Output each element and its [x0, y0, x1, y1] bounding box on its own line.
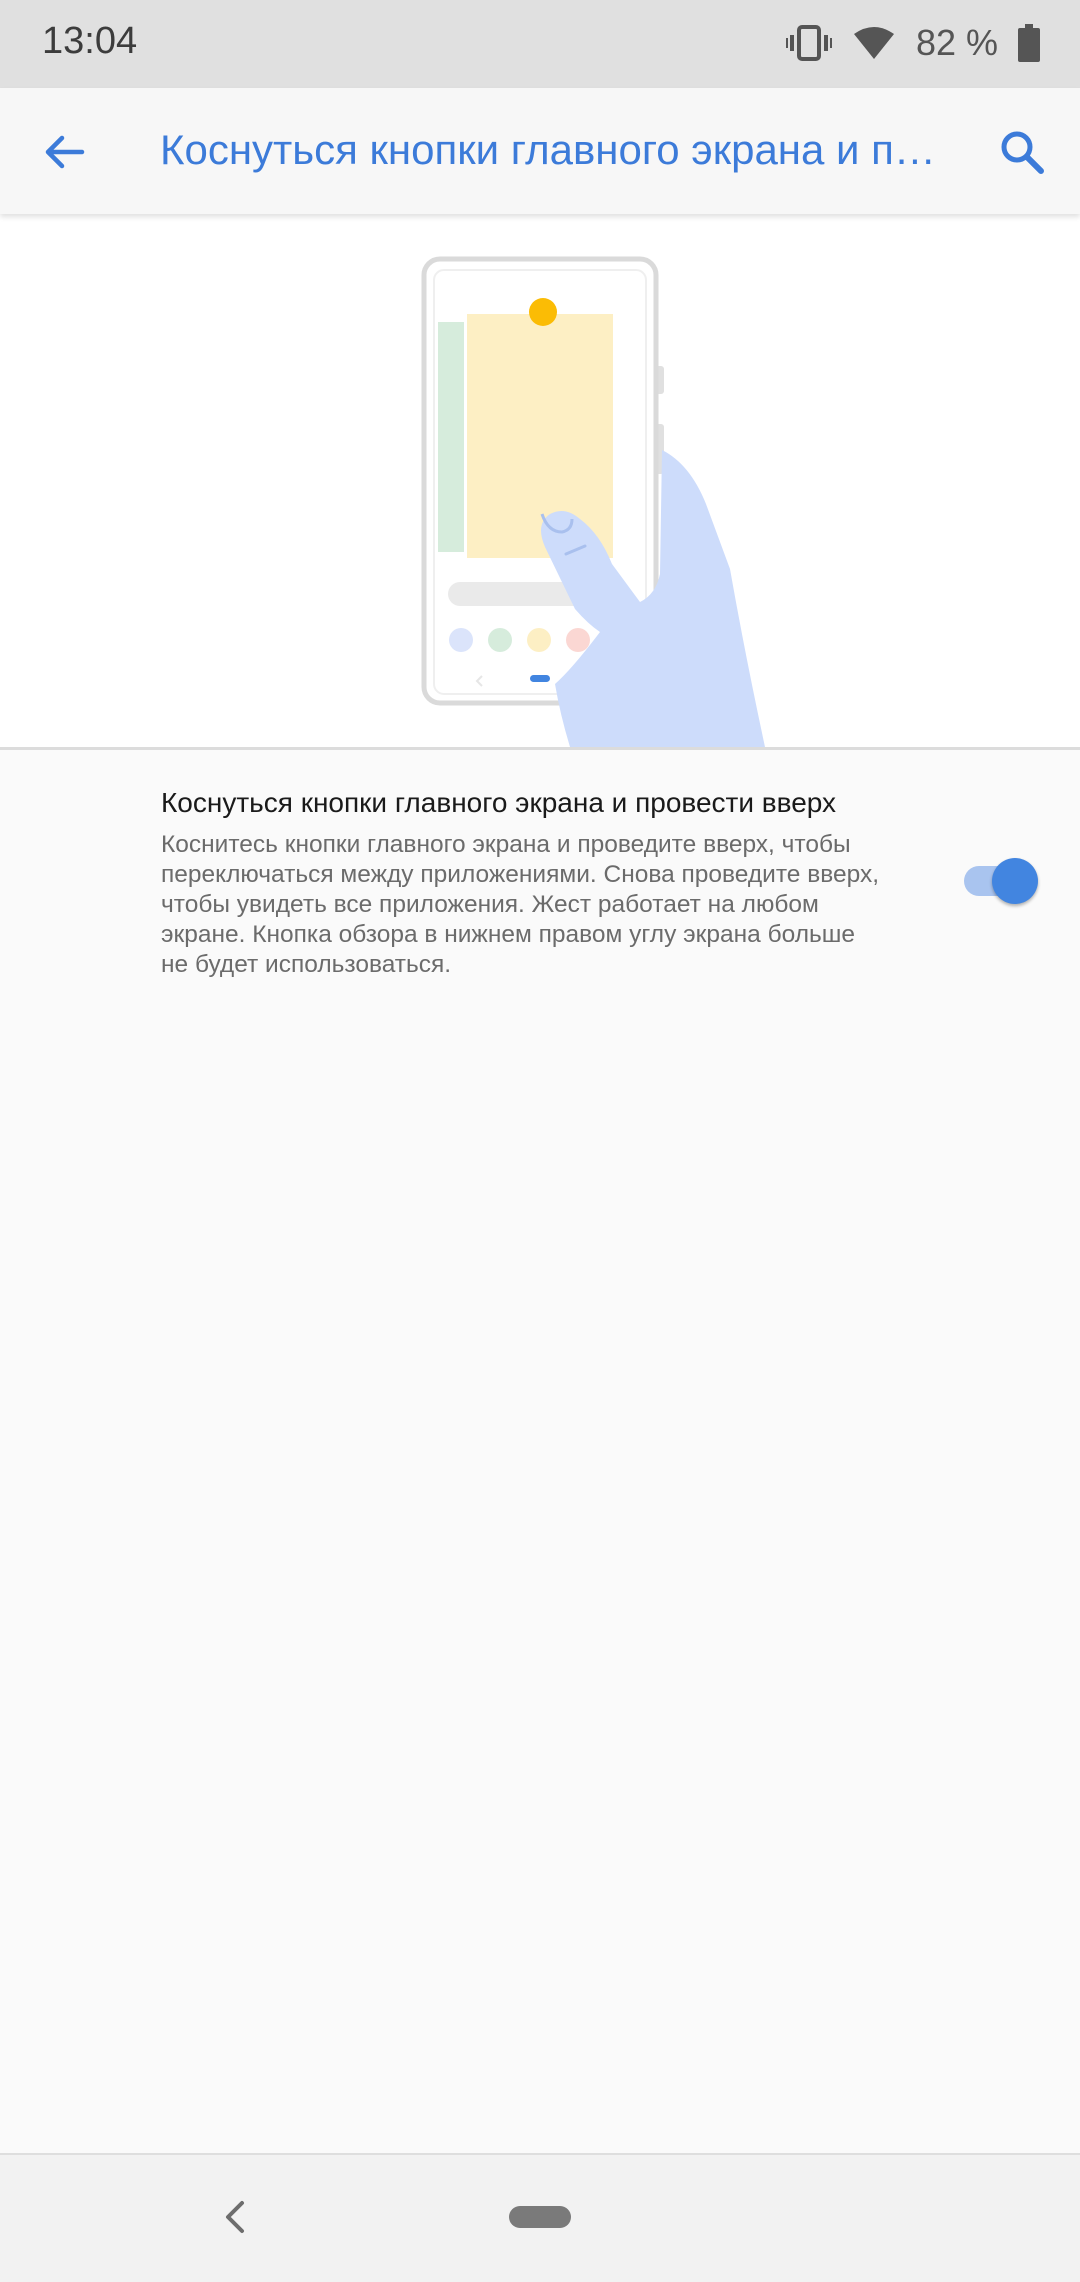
- nav-back-icon[interactable]: [218, 2197, 254, 2237]
- swipe-up-toggle[interactable]: [962, 858, 1038, 904]
- vibrate-icon: [785, 25, 832, 61]
- phone-hand-illustration: [421, 256, 765, 747]
- setting-summary: Коснитесь кнопки главного экрана и прове…: [161, 831, 880, 978]
- setting-title: Коснуться кнопки главного экрана и прове…: [161, 787, 837, 818]
- status-time: 13:04: [42, 20, 138, 62]
- status-bar: 13:04 82 %: [0, 0, 1080, 88]
- nav-home-pill-icon[interactable]: [509, 2206, 571, 2228]
- battery-icon: [1018, 24, 1040, 62]
- system-nav-bar: [0, 2153, 1080, 2282]
- gesture-illustration: [0, 214, 1080, 747]
- battery-percent: 82 %: [915, 22, 998, 63]
- app-bar: Коснуться кнопки главного экрана и прове…: [0, 88, 1080, 214]
- toggle-thumb: [992, 858, 1038, 904]
- status-icons: 82 %: [785, 18, 1040, 68]
- search-icon[interactable]: [996, 126, 1048, 178]
- arrow-back-icon[interactable]: [38, 126, 90, 178]
- divider: [0, 747, 1080, 750]
- swipe-up-setting-row[interactable]: Коснуться кнопки главного экрана и прове…: [0, 770, 1080, 1000]
- page-title: Коснуться кнопки главного экрана и прове…: [160, 126, 950, 173]
- wifi-icon: [853, 27, 894, 59]
